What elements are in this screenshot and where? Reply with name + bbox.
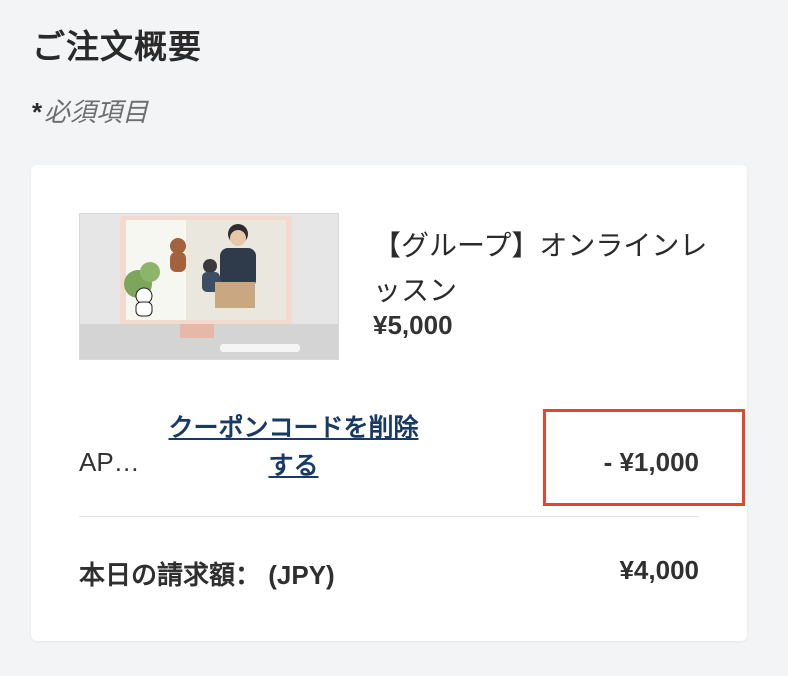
page-title: ご注文概要 bbox=[32, 28, 202, 65]
total-amount: ¥4,000 bbox=[619, 555, 699, 585]
order-summary-card: 【グループ】オンラインレッスン ¥5,000 AP… クーポンコードを削除する … bbox=[31, 165, 747, 641]
remove-coupon-link[interactable]: クーポンコードを削除する bbox=[161, 409, 426, 485]
required-note: *必須項目 bbox=[32, 92, 148, 129]
required-label: 必須項目 bbox=[44, 97, 149, 127]
divider bbox=[79, 516, 699, 517]
total-label: 本日の請求額： (JPY) bbox=[79, 560, 335, 590]
coupon-code: AP… bbox=[79, 447, 140, 477]
required-star: * bbox=[32, 97, 43, 127]
product-image-illustration bbox=[80, 214, 338, 359]
product-price: ¥5,000 bbox=[373, 310, 453, 340]
product-name: 【グループ】オンラインレッスン bbox=[373, 230, 708, 306]
product-thumbnail bbox=[79, 213, 339, 360]
discount-amount: - ¥1,000 bbox=[603, 447, 699, 477]
